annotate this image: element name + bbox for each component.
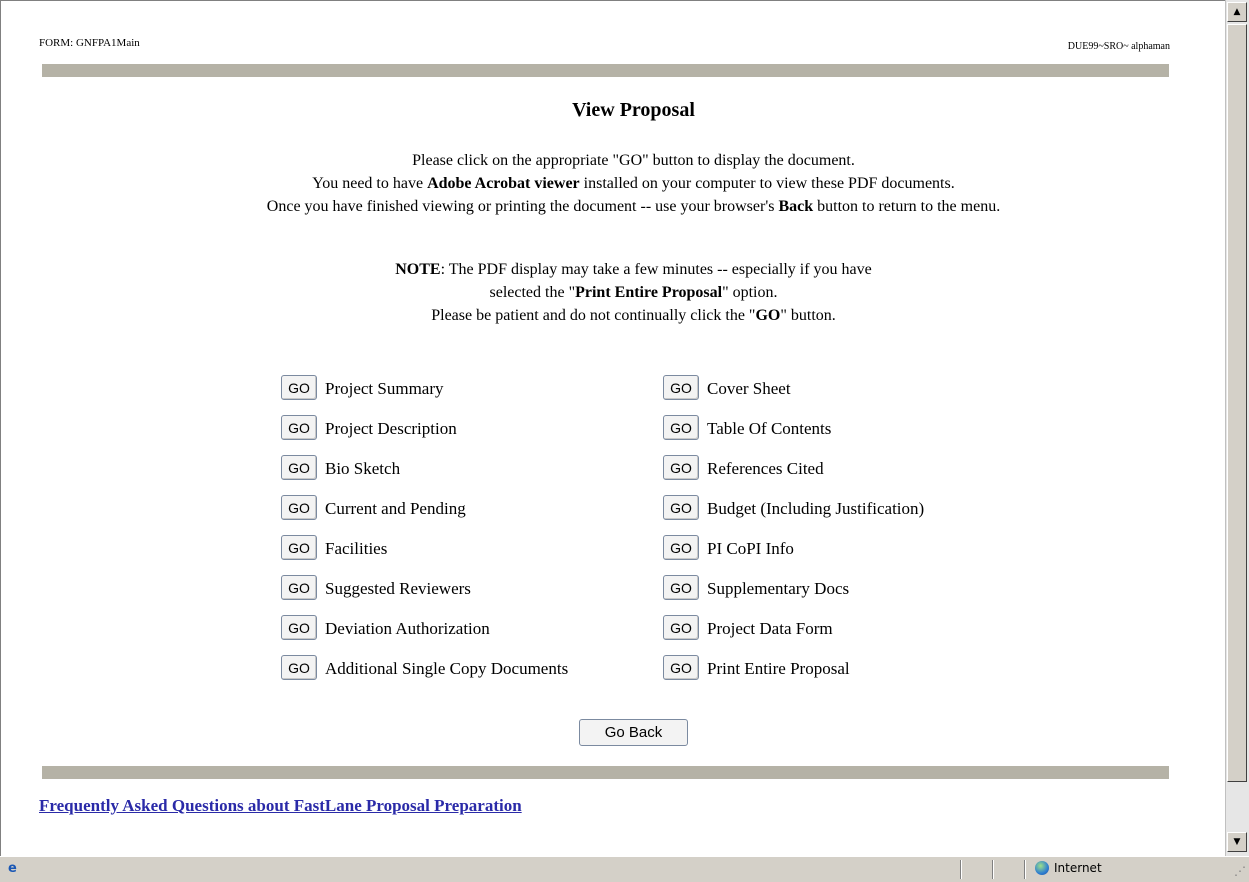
right-document-label: References Cited	[707, 459, 824, 478]
document-row: GO Facilities	[281, 535, 568, 575]
go-button[interactable]: GO	[281, 415, 317, 440]
go-button[interactable]: GO	[663, 615, 699, 640]
document-row: GO Suggested Reviewers	[281, 575, 568, 615]
intro-text: Please click on the appropriate "GO" but…	[1, 149, 1225, 218]
go-button[interactable]: GO	[663, 655, 699, 680]
go-button[interactable]: GO	[281, 575, 317, 600]
go-button[interactable]: GO	[281, 495, 317, 520]
right-document-label: Table Of Contents	[707, 419, 832, 438]
right-document-label: Project Data Form	[707, 619, 833, 638]
page-title: View Proposal	[572, 99, 695, 121]
left-document-label: Facilities	[325, 539, 388, 558]
note-line-1: NOTE: The PDF display may take a few min…	[395, 261, 872, 278]
intro-line-1: Please click on the appropriate "GO" but…	[412, 152, 855, 169]
document-row: GO Cover Sheet	[663, 375, 924, 415]
right-document-label: PI CoPI Info	[707, 539, 794, 558]
session-id: DUE99~SRO~ alphaman	[1067, 41, 1170, 52]
document-row: GO Budget (Including Justification)	[663, 495, 924, 535]
status-bar: e Internet ⋰	[0, 856, 1249, 882]
go-button[interactable]: GO	[663, 455, 699, 480]
go-button[interactable]: GO	[663, 575, 699, 600]
left-document-label: Project Summary	[325, 379, 444, 398]
right-document-label: Print Entire Proposal	[707, 659, 850, 678]
go-button[interactable]: GO	[281, 615, 317, 640]
document-row: GO Current and Pending	[281, 495, 568, 535]
top-divider-bar	[42, 64, 1169, 77]
left-document-label: Bio Sketch	[325, 459, 401, 478]
go-button[interactable]: GO	[663, 375, 699, 400]
right-document-label: Budget (Including Justification)	[707, 499, 925, 518]
status-separator	[992, 860, 994, 879]
left-document-label: Additional Single Copy Documents	[325, 659, 569, 678]
document-row: GO Supplementary Docs	[663, 575, 924, 615]
note-line-3: Please be patient and do not continually…	[431, 307, 836, 324]
go-back-button[interactable]: Go Back	[579, 719, 688, 746]
resize-grip-icon[interactable]: ⋰	[1234, 864, 1246, 878]
left-document-list: GO Project Summary GO Project Description GO…	[281, 375, 568, 695]
left-document-label: Current and Pending	[325, 499, 466, 518]
document-row: GO Print Entire Proposal	[663, 655, 924, 695]
browser-viewport: FORM: GNFPA1Main DUE99~SRO~ alphaman Vie…	[0, 0, 1225, 856]
go-button[interactable]: GO	[281, 535, 317, 560]
bottom-divider-bar	[42, 766, 1169, 779]
document-row: GO Project Summary	[281, 375, 568, 415]
go-button[interactable]: GO	[281, 655, 317, 680]
note-line-2: selected the "Print Entire Proposal" opt…	[489, 284, 778, 301]
security-zone: Internet	[1035, 861, 1102, 875]
right-document-list: GO Cover Sheet GO Table Of Contents GO Refere…	[663, 375, 924, 695]
form-id: FORM: GNFPA1Main	[39, 37, 140, 49]
globe-icon	[1035, 861, 1049, 875]
document-row: GO Project Description	[281, 415, 568, 455]
vertical-scrollbar[interactable]: ▲ ▼	[1225, 0, 1249, 856]
document-row: GO PI CoPI Info	[663, 535, 924, 575]
left-document-label: Project Description	[325, 419, 457, 438]
document-row: GO References Cited	[663, 455, 924, 495]
zone-label: Internet	[1054, 861, 1102, 875]
status-separator	[1024, 860, 1026, 879]
document-row: GO Table Of Contents	[663, 415, 924, 455]
go-button[interactable]: GO	[281, 375, 317, 400]
faq-link[interactable]: Frequently Asked Questions about FastLan…	[39, 796, 522, 816]
go-button[interactable]: GO	[281, 455, 317, 480]
document-row: GO Bio Sketch	[281, 455, 568, 495]
scroll-up-button[interactable]: ▲	[1227, 2, 1247, 22]
document-row: GO Deviation Authorization	[281, 615, 568, 655]
go-button[interactable]: GO	[663, 495, 699, 520]
note-text: NOTE: The PDF display may take a few min…	[1, 258, 1225, 327]
ie-page-icon: e	[8, 861, 17, 876]
right-document-label: Cover Sheet	[707, 379, 791, 398]
intro-line-2: You need to have Adobe Acrobat viewer in…	[312, 175, 955, 192]
scroll-thumb[interactable]	[1227, 24, 1247, 782]
left-document-label: Suggested Reviewers	[325, 579, 471, 598]
status-separator	[960, 860, 962, 879]
right-document-label: Supplementary Docs	[707, 579, 850, 598]
document-row: GO Project Data Form	[663, 615, 924, 655]
intro-line-3: Once you have finished viewing or printi…	[266, 198, 1001, 215]
document-row: GO Additional Single Copy Documents	[281, 655, 568, 695]
scroll-down-button[interactable]: ▼	[1227, 832, 1247, 852]
go-button[interactable]: GO	[663, 535, 699, 560]
left-document-label: Deviation Authorization	[325, 619, 490, 638]
go-button[interactable]: GO	[663, 415, 699, 440]
